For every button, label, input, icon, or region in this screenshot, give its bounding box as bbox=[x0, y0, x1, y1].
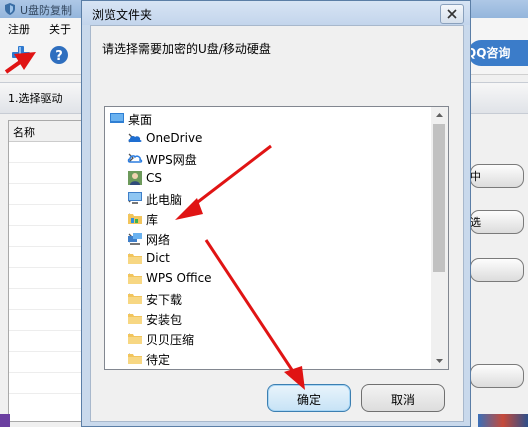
qq-consult-button[interactable]: QQ咨询 bbox=[466, 40, 528, 66]
tree-item-label: OneDrive bbox=[146, 131, 203, 145]
add-icon[interactable] bbox=[10, 44, 32, 66]
computer-icon bbox=[128, 192, 142, 204]
bottom-decoration bbox=[478, 414, 528, 427]
list-row bbox=[9, 352, 85, 373]
list-row bbox=[9, 331, 85, 352]
drive-list[interactable]: 名称 bbox=[8, 120, 86, 422]
tree-item[interactable]: OneDrive bbox=[105, 128, 431, 148]
tree-item[interactable]: 待定 bbox=[105, 348, 431, 368]
desktop-icon bbox=[110, 113, 124, 123]
tree-item-label: 库 bbox=[146, 213, 159, 227]
tree-item-label: 安装包 bbox=[146, 313, 183, 327]
menu-register[interactable]: 注册 bbox=[8, 21, 30, 37]
app-title: U盘防复制 bbox=[20, 4, 73, 17]
dialog-body: 请选择需要加密的U盘/移动硬盘 桌面 OneDrive WPS网盘 CS 此电脑库网络 D… bbox=[90, 25, 464, 422]
list-row bbox=[9, 373, 85, 394]
tree-item-label: 此电脑 bbox=[146, 193, 183, 207]
tree-item[interactable]: 网络 bbox=[105, 228, 431, 248]
list-header: 名称 bbox=[9, 121, 85, 142]
list-header-name: 名称 bbox=[13, 126, 35, 139]
close-icon bbox=[447, 9, 457, 19]
list-row bbox=[9, 310, 85, 331]
close-button[interactable] bbox=[440, 4, 464, 24]
list-row bbox=[9, 247, 85, 268]
tree-item-label: 网络 bbox=[146, 233, 171, 247]
tree-item-label: 桌面 bbox=[128, 113, 153, 127]
svg-text:?: ? bbox=[55, 49, 63, 64]
step-select-drive-tab[interactable]: 1.选择驱动 bbox=[8, 90, 63, 106]
library-icon bbox=[128, 214, 142, 224]
tree-item[interactable]: 贝贝压缩 bbox=[105, 328, 431, 348]
folder-icon bbox=[128, 294, 142, 304]
folder-icon bbox=[128, 334, 142, 344]
user-icon bbox=[128, 171, 142, 185]
folder-icon bbox=[128, 274, 142, 284]
tree-item[interactable]: WPS Office bbox=[105, 268, 431, 288]
list-row bbox=[9, 268, 85, 289]
bottom-decoration bbox=[0, 414, 10, 427]
tree-item[interactable]: 此电脑 bbox=[105, 188, 431, 208]
browse-folder-dialog: 浏览文件夹 请选择需要加密的U盘/移动硬盘 桌面 OneDrive WPS网盘 CS 此… bbox=[81, 0, 471, 427]
scroll-up-icon[interactable] bbox=[431, 107, 448, 124]
tree-item[interactable]: 桌面 bbox=[105, 108, 431, 128]
shield-icon bbox=[5, 3, 15, 15]
onedrive-cloud-icon bbox=[128, 135, 142, 142]
tree-item-label: 贝贝压缩 bbox=[146, 333, 195, 347]
folder-icon bbox=[128, 314, 142, 324]
list-row bbox=[9, 205, 85, 226]
dialog-title: 浏览文件夹 bbox=[92, 8, 153, 22]
ok-button[interactable]: 确定 bbox=[267, 384, 351, 412]
dialog-titlebar[interactable]: 浏览文件夹 bbox=[82, 1, 470, 25]
tree-item-label: WPS网盘 bbox=[146, 153, 197, 167]
tree-item[interactable]: Dict bbox=[105, 248, 431, 268]
tree-item[interactable]: CS bbox=[105, 168, 431, 188]
list-row bbox=[9, 142, 85, 163]
list-row bbox=[9, 289, 85, 310]
folder-icon bbox=[128, 254, 142, 264]
tree-item-label: WPS Office bbox=[146, 271, 212, 285]
tree-item-label: CS bbox=[146, 171, 162, 185]
folder-tree[interactable]: 桌面 OneDrive WPS网盘 CS 此电脑库网络 Dict WPS Office 安下载… bbox=[104, 106, 449, 370]
menu-about[interactable]: 关于 bbox=[49, 21, 71, 37]
dialog-prompt: 请选择需要加密的U盘/移动硬盘 bbox=[102, 42, 271, 56]
tree-item-label: Dict bbox=[146, 251, 170, 265]
tree-item[interactable]: 安下载 bbox=[105, 288, 431, 308]
list-row bbox=[9, 163, 85, 184]
scrollbar-thumb[interactable] bbox=[433, 124, 445, 272]
help-icon[interactable]: ? bbox=[48, 44, 70, 66]
side-button-3[interactable] bbox=[470, 258, 524, 282]
tree-item[interactable]: WPS网盘 bbox=[105, 148, 431, 168]
list-row bbox=[9, 184, 85, 205]
tree-item-label: 安下载 bbox=[146, 293, 183, 307]
tree-item-label: 待定 bbox=[146, 353, 171, 367]
folder-icon bbox=[128, 354, 142, 364]
tree-scrollbar[interactable] bbox=[431, 107, 448, 369]
cancel-button[interactable]: 取消 bbox=[361, 384, 445, 412]
side-button-2[interactable]: 选 bbox=[470, 210, 524, 234]
tree-item[interactable]: 安装包 bbox=[105, 308, 431, 328]
tree-item[interactable]: 库 bbox=[105, 208, 431, 228]
wps-cloud-icon bbox=[127, 155, 143, 163]
scroll-down-icon[interactable] bbox=[431, 352, 448, 369]
side-button-1[interactable]: 中 bbox=[470, 164, 524, 188]
side-button-4[interactable] bbox=[470, 364, 524, 388]
network-icon bbox=[128, 233, 142, 245]
list-row bbox=[9, 226, 85, 247]
